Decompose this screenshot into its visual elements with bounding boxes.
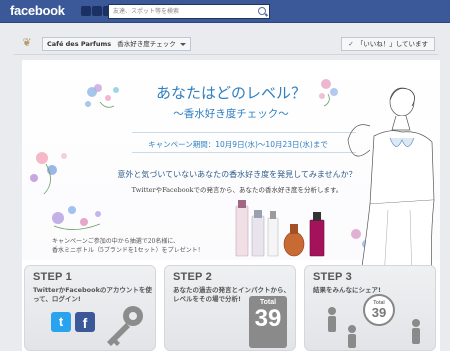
search-input[interactable]: 友達、スポット等を検索 [108,4,270,19]
messages-icon[interactable] [92,6,102,16]
campaign-headline: あなたはどのレベル？ [155,84,306,102]
key-icon [107,306,143,346]
total-value: 39 [371,305,387,320]
gift-line: キャンペーンご参加の中から抽選で20名様に、 [52,238,180,245]
campaign-panel: あなたはどのレベル？ 〜香水好き度チェック〜 キャンペーン期間：10月9日(水)… [22,60,440,351]
flower-decoration-icon [30,152,67,195]
divider [132,132,356,133]
gift-text: キャンペーンご参加の中から抽選で20名様に、 香水ミニボトル（5ブランドを1セッ… [52,237,232,255]
step-2-card: STEP 2 あなたの過去の発言とインパクトから、レベルをその場で分析! Tot… [164,265,296,351]
gift-line: 香水ミニボトル（5ブランドを1セット）をプレゼント！ [52,247,204,254]
step-title: STEP 3 [313,271,352,283]
search-placeholder: 友達、スポット等を検索 [113,8,180,15]
check-icon: ✓ [348,40,354,48]
campaign-period: キャンペーン期間：10月9日(水)〜10月23日(水)まで [148,140,328,149]
page-logo-icon: ❦ [22,36,32,49]
liked-label: 「いいね！」しています [356,40,428,48]
app-name: 香水好き度チェック [117,40,176,48]
twitter-icon[interactable]: t [51,312,71,332]
step-title: STEP 2 [173,271,212,283]
person-icon [412,319,420,344]
share-score-badge: Total 39 [363,294,395,326]
intro-text: 意外と気づいていないあなたの香水好き度を発見してみませんか？ [117,170,357,179]
perfume-bottles-image [235,200,325,257]
total-score-badge: Total 39 [249,296,287,348]
total-value: 39 [254,305,282,332]
facebook-top-bar: facebook 友達、スポット等を検索 [0,0,450,23]
step-1-card: STEP 1 TwitterかFacebookのアカウントを使って、ログイン! … [24,265,156,351]
facebook-icon[interactable]: f [75,312,95,332]
campaign-subhead: 〜香水好き度チェック〜 [173,108,289,120]
app-selector-dropdown[interactable]: Café des Parfums 香水好き度チェック [42,37,191,51]
step-title: STEP 1 [33,271,72,283]
person-icon [348,325,356,348]
person-icon [328,307,336,332]
search-icon[interactable] [258,7,266,15]
liked-button[interactable]: ✓ 「いいね！」しています [341,37,435,51]
friend-requests-icon[interactable] [81,6,91,16]
page-header: ❦ Café des Parfums 香水好き度チェック ✓ 「いいね！」していま… [14,33,438,55]
page-name: Café des Parfums [47,40,112,48]
step-description: 結果をみんなにシェア! [313,286,381,294]
step-3-card: STEP 3 結果をみんなにシェア! Total 39 [304,265,436,351]
flower-decoration-icon [52,206,101,230]
facebook-logo[interactable]: facebook [10,3,65,18]
woman-illustration-image [347,87,435,280]
divider [132,152,356,153]
chevron-down-icon [179,43,186,46]
flower-decoration-icon [85,84,119,108]
